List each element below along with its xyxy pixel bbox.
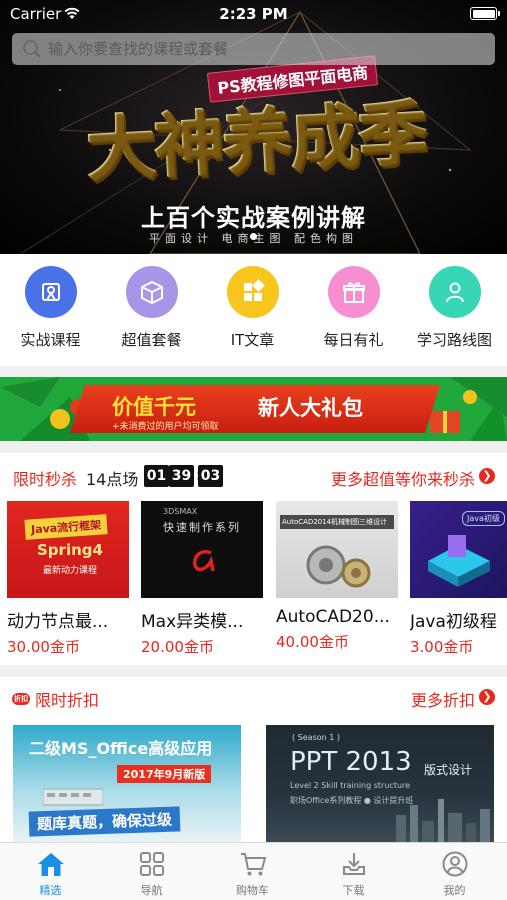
category-item-courses[interactable]: 实战课程 — [0, 266, 101, 350]
hero-title: 大神养成季 — [84, 77, 429, 196]
status-bar: Carrier 2:23 PM — [0, 0, 507, 30]
search-bar[interactable] — [12, 33, 495, 65]
hero-subtitle: 上百个实战案例讲解 — [141, 204, 366, 232]
course-card[interactable]: Java流行框架 Spring4 最新动力课程 动力节点最... 30.00金币 — [7, 501, 129, 657]
card-season: ( Season 1 ) — [292, 733, 340, 742]
puzzle-icon — [24, 266, 77, 318]
tab-label: 购物车 — [236, 884, 269, 897]
countdown-hours: 01 — [144, 465, 169, 487]
category-item-articles[interactable]: IT文章 — [202, 266, 303, 350]
app-screen: Carrier 2:23 PM PS教程修图平面电商 大神养成季 上百个实战案例… — [0, 0, 507, 900]
flash-sale-header: 限时秒杀 14点场 01 : 39 : 03 更多超值等你来秒杀 ❯ — [0, 453, 507, 499]
person-icon — [428, 266, 481, 318]
home-icon — [0, 850, 101, 878]
course-thumbnail: Java初级 — [410, 501, 507, 598]
carousel-indicator[interactable] — [250, 233, 257, 240]
course-card[interactable]: AutoCAD2014机械制图三维设计 AutoCAD20... 40.00金币 — [276, 501, 398, 652]
search-input[interactable] — [48, 33, 488, 65]
tab-label: 我的 — [443, 884, 466, 897]
tab-downloads[interactable]: 下载 — [303, 850, 404, 898]
category-label: 实战课程 — [20, 331, 81, 349]
new-user-gift-banner[interactable]: 价值千元 +未消费过的用户均可领取 新人大礼包 — [0, 377, 507, 441]
thumb-label: 3DSMAX — [163, 507, 198, 516]
thumb-label: AutoCAD2014机械制图三维设计 — [280, 515, 394, 529]
thumb-label: Spring4 — [37, 541, 103, 559]
chevron-right-icon[interactable]: ❯ — [479, 468, 495, 484]
download-icon — [303, 850, 404, 878]
category-label: 学习路线图 — [416, 331, 492, 349]
thumb-label: 最新动力课程 — [43, 566, 98, 576]
bottom-tab-bar: 精选 导航 购物车 下载 我的 — [0, 842, 507, 900]
course-card[interactable]: 3DSMAX 快速制作系列 Max异类模... 20.00金币 — [141, 501, 263, 657]
tab-label: 下载 — [342, 884, 365, 897]
card-slogan: 题库真题，确保过级 — [28, 806, 181, 837]
thumb-label: Java流行框架 — [24, 514, 108, 540]
category-label: IT文章 — [230, 331, 275, 349]
discount-course-card[interactable]: 二级MS_Office高级应用 2017年9月新版 题库真题，确保过级 — [13, 725, 241, 842]
flash-sale-more-link[interactable]: 更多超值等你来秒杀 — [331, 466, 475, 490]
alpha-logo-icon — [193, 550, 215, 572]
category-nav: 实战课程 超值套餐 IT文章 每日有礼 学习路线图 — [0, 254, 507, 366]
category-item-packages[interactable]: 超值套餐 — [101, 266, 202, 350]
thumb-label: 快速制作系列 — [163, 521, 241, 534]
course-title: Max异类模... — [141, 612, 244, 632]
category-label: 每日有礼 — [323, 331, 384, 349]
discount-section: 折扣 限时折扣 更多折扣 ❯ 二级MS_Office高级应用 2017年9月新版… — [0, 677, 507, 842]
promo-value-text: 价值千元 — [112, 395, 196, 419]
course-thumbnail: Java流行框架 Spring4 最新动力课程 — [7, 501, 129, 598]
promo-gift-text: 新人大礼包 — [258, 396, 363, 420]
course-price: 30.00金币 — [7, 638, 80, 656]
tab-cart[interactable]: 购物车 — [202, 850, 303, 898]
box-icon — [125, 266, 178, 318]
server-illustration-icon — [428, 535, 490, 587]
tab-navigation[interactable]: 导航 — [101, 850, 202, 898]
discount-more-link[interactable]: 更多折扣 — [411, 687, 475, 711]
category-label: 超值套餐 — [121, 331, 182, 349]
course-title: AutoCAD20... — [276, 607, 390, 627]
category-item-roadmap[interactable]: 学习路线图 — [404, 266, 505, 350]
keyboard-illustration-icon — [43, 788, 103, 806]
chevron-right-icon[interactable]: ❯ — [479, 689, 495, 705]
tab-label: 导航 — [140, 884, 163, 897]
course-price: 3.00金币 — [410, 638, 474, 656]
card-level: Level 2 Skill training structure — [290, 781, 411, 790]
skyline-illustration-icon — [396, 799, 490, 842]
card-headline: PPT 2013 — [290, 747, 412, 777]
category-item-daily-gift[interactable]: 每日有礼 — [303, 266, 404, 350]
cart-icon — [202, 850, 303, 878]
flash-sale-session: 14点场 — [86, 470, 139, 489]
gear-illustration-icon — [306, 545, 371, 588]
clock: 2:23 PM — [219, 5, 288, 23]
countdown-seconds: 03 — [198, 465, 223, 487]
course-title: 动力节点最... — [7, 612, 109, 632]
course-thumbnail: 3DSMAX 快速制作系列 — [141, 501, 263, 598]
tab-featured[interactable]: 精选 — [0, 850, 101, 898]
thumb-label: Java初级 — [462, 511, 505, 526]
discount-badge-icon: 折扣 — [12, 693, 30, 705]
countdown-minutes: 39 — [169, 465, 194, 487]
course-price: 40.00金币 — [276, 633, 349, 651]
flash-sale-section: 限时秒杀 14点场 01 : 39 : 03 更多超值等你来秒杀 ❯ Java流… — [0, 453, 507, 665]
user-icon — [404, 850, 505, 878]
card-edition: 2017年9月新版 — [117, 765, 212, 783]
card-subject: 版式设计 — [424, 763, 473, 777]
course-card[interactable]: Java初级 Java初级程 3.00金币 — [410, 501, 507, 657]
tab-label: 精选 — [39, 884, 62, 897]
flash-sale-title: 限时秒杀 — [13, 470, 78, 489]
card-headline: 二级MS_Office高级应用 — [29, 739, 213, 758]
blocks-icon — [226, 266, 279, 318]
battery-icon — [470, 7, 500, 20]
hero-banner[interactable]: Carrier 2:23 PM PS教程修图平面电商 大神养成季 上百个实战案例… — [0, 0, 507, 254]
course-price: 20.00金币 — [141, 638, 214, 656]
tab-profile[interactable]: 我的 — [404, 850, 505, 898]
course-title: Java初级程 — [410, 612, 497, 632]
course-thumbnail: AutoCAD2014机械制图三维设计 — [276, 501, 398, 598]
discount-title: 限时折扣 — [35, 691, 100, 710]
discount-course-card[interactable]: ( Season 1 ) PPT 2013 版式设计 Level 2 Skill… — [266, 725, 494, 842]
search-icon — [23, 40, 41, 58]
grid-icon — [101, 850, 202, 878]
gift-icon — [327, 266, 380, 318]
promo-note: +未消费过的用户均可领取 — [112, 422, 219, 432]
